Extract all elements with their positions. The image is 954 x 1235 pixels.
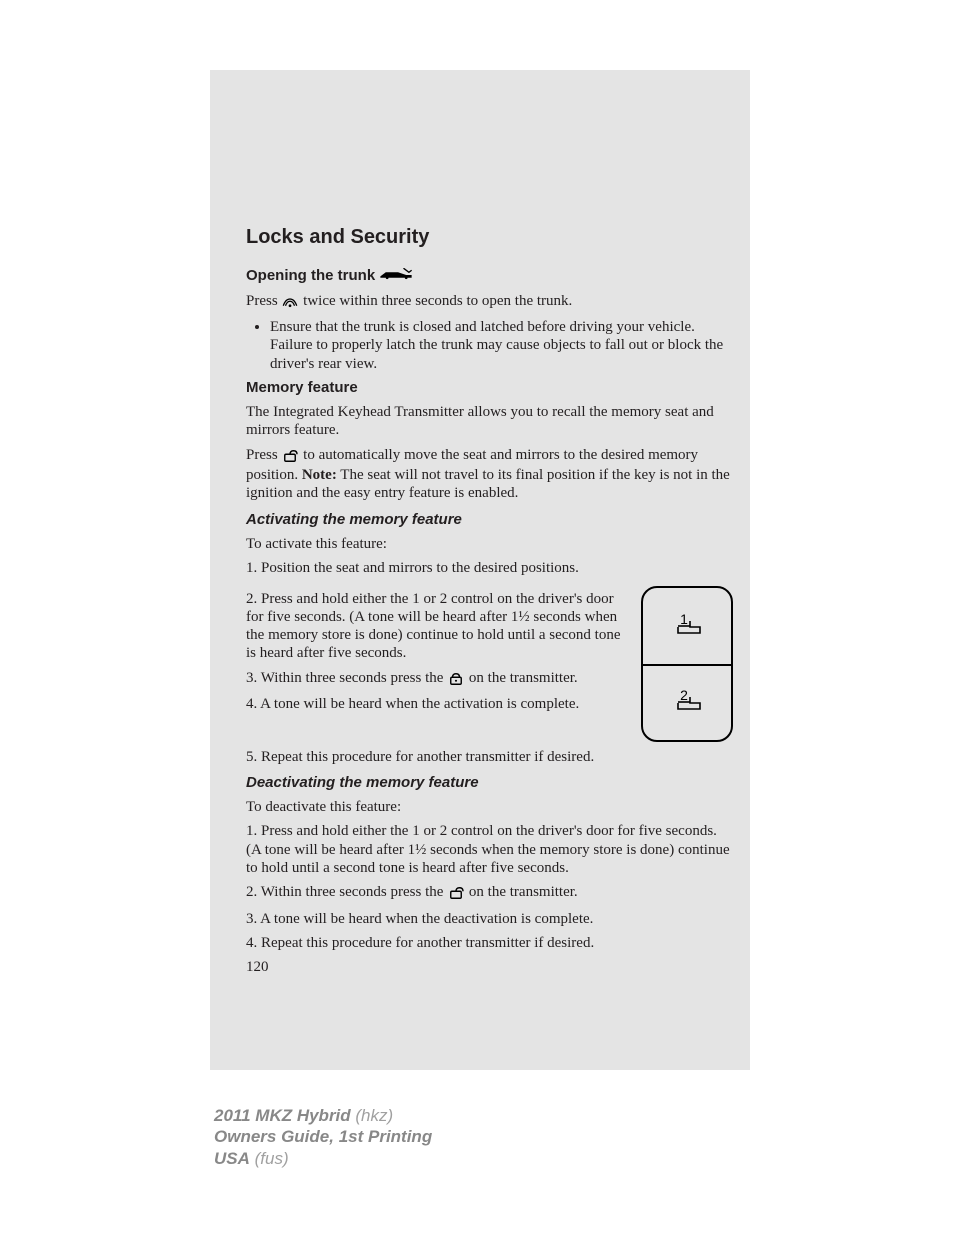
memory-p2: Press to automatically move the seat and…: [246, 446, 733, 503]
footer-model-code: (hkz): [351, 1106, 394, 1125]
memory-button-2-label: 2: [680, 687, 688, 703]
deactivate-step-4: 4. Repeat this procedure for another tra…: [246, 934, 733, 952]
footer-line-2: Owners Guide, 1st Printing: [214, 1126, 432, 1147]
activate-steps-text: 2. Press and hold either the 1 or 2 cont…: [246, 584, 627, 720]
memory-seat-switch-figure: 1 2: [641, 586, 733, 742]
deactivate-step-2-a: 2. Within three seconds press the: [246, 884, 447, 900]
activate-intro: To activate this feature:: [246, 535, 733, 553]
deactivate-step-3: 3. A tone will be heard when the deactiv…: [246, 910, 733, 928]
heading-memory-feature: Memory feature: [246, 379, 733, 397]
footer-region: USA: [214, 1149, 250, 1168]
deactivate-step-2-b: on the transmitter.: [465, 884, 577, 900]
deactivate-step-2: 2. Within three seconds press the on the…: [246, 883, 733, 903]
opening-trunk-bullet-1: Ensure that the trunk is closed and latc…: [270, 318, 733, 373]
figure-divider: [643, 664, 731, 666]
footer-line-1: 2011 MKZ Hybrid (hkz): [214, 1105, 432, 1126]
heading-activating: Activating the memory feature: [246, 511, 733, 529]
heading-memory-feature-text: Memory feature: [246, 379, 358, 397]
trunk-remote-icon: [281, 295, 299, 311]
opening-trunk-p1: Press twice within three seconds to open…: [246, 292, 733, 312]
page-content: Locks and Security Opening the trunk Pre…: [246, 225, 733, 977]
opening-trunk-p1-b: twice within three seconds to open the t…: [299, 293, 572, 309]
unlock-open-icon: [447, 886, 465, 902]
memory-p2-a: Press: [246, 447, 281, 463]
unlock-open-icon: [281, 449, 299, 465]
activate-step-2: 2. Press and hold either the 1 or 2 cont…: [246, 590, 627, 663]
activate-step-1: 1. Position the seat and mirrors to the …: [246, 559, 733, 577]
footer-model: 2011 MKZ Hybrid: [214, 1106, 351, 1125]
heading-deactivating: Deactivating the memory feature: [246, 774, 733, 792]
lock-closed-icon: [447, 672, 465, 688]
footer-region-code: (fus): [250, 1149, 289, 1168]
heading-opening-trunk: Opening the trunk: [246, 267, 733, 285]
deactivate-step-1: 1. Press and hold either the 1 or 2 cont…: [246, 822, 733, 877]
deactivate-intro: To deactivate this feature:: [246, 798, 733, 816]
memory-button-2: 2: [643, 664, 731, 740]
car-trunk-side-icon: [379, 267, 413, 285]
opening-trunk-bullets: Ensure that the trunk is closed and latc…: [246, 318, 733, 373]
heading-opening-trunk-text: Opening the trunk: [246, 267, 375, 285]
activate-step-4: 4. A tone will be heard when the activat…: [246, 695, 627, 713]
memory-button-1-label: 1: [680, 611, 688, 627]
memory-button-1: 1: [643, 588, 731, 664]
document-footer: 2011 MKZ Hybrid (hkz) Owners Guide, 1st …: [214, 1105, 432, 1169]
activate-steps-with-figure: 2. Press and hold either the 1 or 2 cont…: [246, 584, 733, 742]
footer-line-3: USA (fus): [214, 1148, 432, 1169]
page-number: 120: [246, 958, 733, 976]
section-title: Locks and Security: [246, 225, 733, 249]
activate-step-5: 5. Repeat this procedure for another tra…: [246, 748, 733, 766]
activate-step-3-b: on the transmitter.: [465, 670, 577, 686]
opening-trunk-p1-a: Press: [246, 293, 281, 309]
activate-step-3-a: 3. Within three seconds press the: [246, 670, 447, 686]
memory-note-label: Note:: [302, 467, 337, 483]
memory-p1: The Integrated Keyhead Transmitter allow…: [246, 403, 733, 440]
activate-step-3: 3. Within three seconds press the on the…: [246, 669, 627, 689]
